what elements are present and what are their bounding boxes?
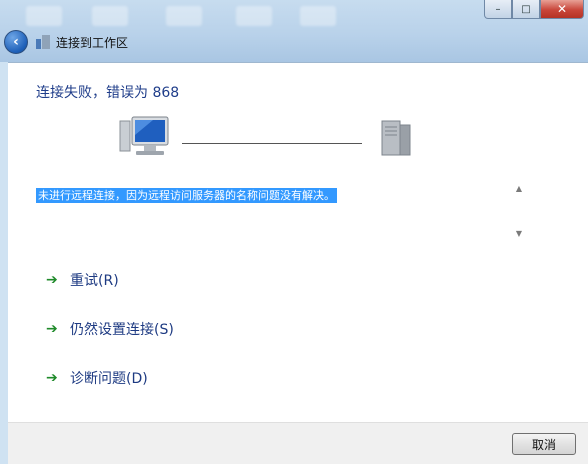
set-up-anyway-option[interactable]: ➔ 仍然设置连接(S) <box>46 319 174 339</box>
green-arrow-icon: ➔ <box>46 272 58 288</box>
scroll-up-icon[interactable]: ▲ <box>516 184 522 193</box>
blurred-background-icon <box>236 6 272 26</box>
main-panel: 连接失败，错误为 868 未进行远程连接，因为远程访问服务器的名称问题没有解决。… <box>8 62 588 423</box>
error-message-text: 未进行远程连接，因为远程访问服务器的名称问题没有解决。 <box>36 188 337 203</box>
close-button[interactable]: ✕ <box>540 0 584 19</box>
window-title: 连接到工作区 <box>56 35 129 50</box>
computer-icon <box>119 116 169 155</box>
green-arrow-icon: ➔ <box>46 321 58 337</box>
diagnose-option[interactable]: ➔ 诊断问题(D) <box>46 368 148 388</box>
message-scrollbar[interactable]: ▲ ▼ <box>512 184 526 238</box>
network-icon <box>36 35 50 49</box>
blurred-background-icon <box>300 6 336 26</box>
scroll-down-icon[interactable]: ▼ <box>516 229 522 238</box>
window-chrome: – □ ✕ ‹ 连接到工作区 <box>0 0 588 62</box>
maximize-button[interactable]: □ <box>512 0 540 19</box>
cancel-button[interactable]: 取消 <box>512 433 576 455</box>
blurred-background-icon <box>26 6 62 26</box>
connection-line <box>182 143 362 144</box>
retry-label: 重试(R) <box>70 273 119 289</box>
green-arrow-icon: ➔ <box>46 370 58 386</box>
footer-bar: 取消 <box>8 422 588 464</box>
retry-option[interactable]: ➔ 重试(R) <box>46 270 119 290</box>
server-icon <box>381 120 411 156</box>
error-heading: 连接失败，错误为 868 <box>36 85 180 101</box>
diagnose-label: 诊断问题(D) <box>70 371 148 387</box>
navigation-bar: ‹ 连接到工作区 <box>0 28 588 56</box>
set-up-anyway-label: 仍然设置连接(S) <box>70 322 174 338</box>
back-arrow-icon[interactable]: ‹ <box>4 30 28 54</box>
minimize-button[interactable]: – <box>484 0 512 19</box>
connection-diagram <box>118 115 428 165</box>
error-message-box[interactable]: 未进行远程连接，因为远程访问服务器的名称问题没有解决。 ▲ ▼ <box>36 184 526 240</box>
window-controls: – □ ✕ <box>484 0 584 19</box>
blurred-background-icon <box>92 6 128 26</box>
blurred-background-icon <box>166 6 202 26</box>
